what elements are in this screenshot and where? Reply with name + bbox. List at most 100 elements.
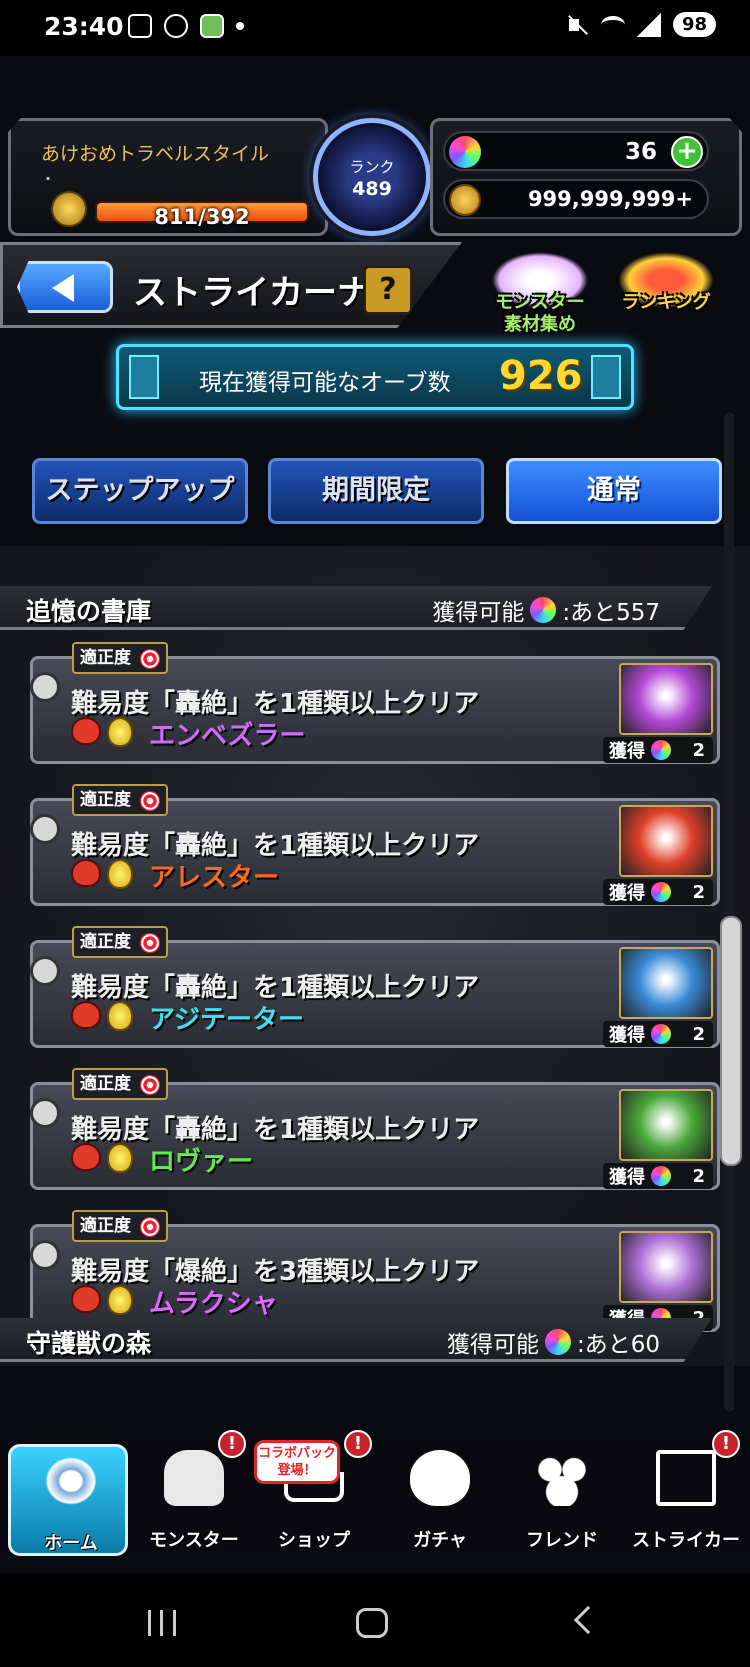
mission-reward: 獲得 2 [603,737,713,763]
nav-striker-label: ストライカー [632,1530,740,1551]
available-orbs-count: 926 [499,353,583,399]
buy-orbs-button[interactable]: + [671,136,703,168]
section-available: 獲得可能 :あと557 [432,593,660,627]
nav-friend[interactable]: フレンド [502,1444,622,1556]
orb-counter: 36 + [443,131,709,171]
nav-gacha[interactable]: ガチャ [380,1444,500,1556]
target-icon [140,933,160,953]
available-orbs-label: 現在獲得可能なオーブ数 [199,370,451,396]
devil-icon [71,1001,101,1029]
nav-striker[interactable]: ストライカー [626,1444,746,1556]
nav-gacha-label: ガチャ [413,1530,467,1551]
rank-label: ランク [349,158,395,176]
mission-card[interactable]: 難易度「爆絶」を3種類以上クリア ムラクシャ 獲得 2 適正度 [30,1210,720,1332]
threads-icon [164,14,188,38]
mission-card[interactable]: 難易度「轟絶」を1種類以上クリア エンベズラー 獲得 2 適正度 [30,642,720,764]
nav-monster[interactable]: モンスター [134,1444,254,1556]
reward-label: 獲得 [609,883,645,904]
reward-label: 獲得 [609,1025,645,1046]
player-panel: あけおめトラベルスタイル ・ 811/392 [8,118,328,236]
section-available: 獲得可能 :あと60 [447,1325,660,1359]
monster-thumbnail[interactable] [619,663,713,735]
egg-icon [107,1001,133,1031]
devil-icon [71,717,101,745]
game-screen: あけおめトラベルスタイル ・ 811/392 ランク 489 36 + 999,… [0,56,750,1574]
monster-thumbnail[interactable] [619,1089,713,1161]
mission-icons [71,1001,133,1031]
suitability-tag: 適正度 [72,1210,168,1242]
egg-icon [107,1285,133,1315]
more-notifications-dot-icon [236,22,244,30]
target-icon [140,1075,160,1095]
mission-status-circle [30,1098,60,1128]
orb-icon [651,1024,671,1044]
monster-thumbnail[interactable] [619,805,713,877]
app-notification-icon [200,14,224,38]
nav-monster-label: モンスター [149,1530,239,1551]
orb-icon [544,1329,571,1355]
mission-icons [71,717,133,747]
nav-shop-label: ショップ [278,1530,350,1551]
stamina-icon [51,191,87,227]
mission-icons [71,1285,133,1315]
gold-counter: 999,999,999+ [443,179,709,219]
suitability-label: 適正度 [80,648,131,668]
monster-thumbnail[interactable] [619,947,713,1019]
monster-icon [164,1450,224,1506]
mission-monster-name: アレスター [149,863,280,893]
nav-home[interactable]: ホーム [8,1444,128,1556]
section-header: 守護獣の森 獲得可能 :あと60 [0,1318,712,1362]
gold-coin-icon [449,184,481,216]
striker-card-icon [656,1450,716,1506]
monster-thumbnail[interactable] [619,1231,713,1303]
home-circle-icon[interactable] [356,1608,388,1638]
section-title: 追憶の書庫 [26,597,152,626]
monster-material-button[interactable]: モンスター 素材集め [484,248,596,338]
devil-icon [71,859,101,887]
scrollbar-track[interactable] [724,412,734,1412]
rank-value: 489 [352,178,392,200]
suitability-tag: 適正度 [72,926,168,958]
ranking-label: ランキング [621,292,711,313]
egg-icon [107,1143,133,1173]
back-arrow-icon[interactable] [573,1605,603,1635]
ranking-button[interactable]: ランキング [610,248,722,338]
friends-icon [532,1450,592,1506]
egg-icon [107,859,133,889]
mission-reward: 獲得 2 [603,1163,713,1189]
mission-monster-name: エンベズラー [149,721,306,751]
mission-condition: 難易度「轟絶」を1種類以上クリア [71,1115,480,1145]
mission-card[interactable]: 難易度「轟絶」を1種類以上クリア ロヴァー 獲得 2 適正度 [30,1068,720,1190]
signal-icon [636,12,661,37]
mission-list[interactable]: 追憶の書庫 獲得可能 :あと557 難易度「轟絶」を1種類以上クリア エンベズラ… [0,546,750,1366]
scrollbar-thumb[interactable] [720,916,742,1166]
mission-icons [71,1143,133,1173]
target-icon [140,1217,160,1237]
rank-badge[interactable]: ランク 489 [313,118,431,236]
back-button[interactable] [17,261,113,313]
banner-right-cap [591,355,621,399]
nav-home-label: ホーム [44,1533,98,1554]
mission-icons [71,859,133,889]
mission-card[interactable]: 難易度「轟絶」を1種類以上クリア アジテーター 獲得 2 適正度 [30,926,720,1048]
available-remaining: :あと557 [562,600,660,626]
collab-pack-bubble[interactable]: コラボパック 登場！ [254,1440,340,1484]
orb-icon [449,136,481,168]
tab-step-up[interactable]: ステップアップ [32,458,248,524]
recents-icon[interactable] [148,1610,176,1636]
available-label: 獲得可能 [446,1332,539,1358]
notification-icons [128,14,244,38]
suitability-tag: 適正度 [72,642,168,674]
egg-icon [107,717,133,747]
player-header: あけおめトラベルスタイル ・ 811/392 ランク 489 36 + 999,… [8,118,742,236]
tab-normal[interactable]: 通常 [506,458,722,524]
reward-label: 獲得 [609,1167,645,1188]
tab-limited-time[interactable]: 期間限定 [268,458,484,524]
status-time: 23:40 [44,12,124,41]
help-button[interactable]: ? [363,265,413,315]
stamina-value: 811/392 [154,205,250,229]
striker-alert-icon: ! [712,1430,740,1458]
mission-reward: 獲得 2 [603,1021,713,1047]
reward-count: 2 [692,881,705,903]
mission-card[interactable]: 難易度「轟絶」を1種類以上クリア アレスター 獲得 2 適正度 [30,784,720,906]
